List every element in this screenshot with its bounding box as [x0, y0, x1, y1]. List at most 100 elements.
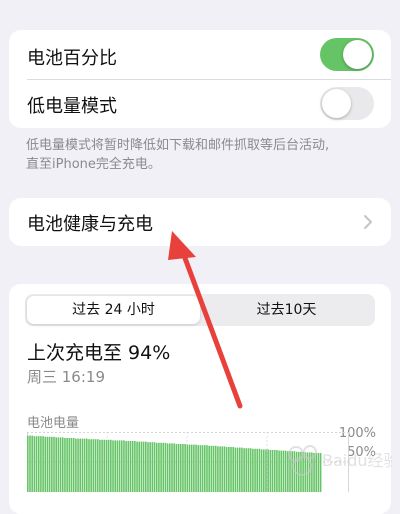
battery-level-bar — [123, 440, 125, 492]
battery-level-bar — [55, 437, 57, 492]
battery-level-bar — [31, 435, 33, 492]
battery-level-bar — [212, 445, 215, 492]
battery-percentage-toggle[interactable] — [320, 38, 374, 71]
low-power-footnote: 低电量模式将暂时降低如下载和邮件抓取等后台活动, 直至iPhone完全充电。 — [26, 136, 378, 174]
battery-level-bar — [151, 442, 154, 492]
battery-level-bar — [182, 444, 184, 492]
battery-level-bar — [70, 438, 73, 492]
low-power-mode-toggle[interactable] — [320, 87, 374, 120]
battery-level-bar — [254, 448, 256, 492]
battery-level-bar — [40, 436, 42, 492]
battery-level-bar — [33, 436, 36, 492]
battery-level-bar — [197, 445, 200, 492]
battery-level-bar — [201, 445, 204, 492]
battery-level-bar — [53, 436, 55, 492]
battery-level-bar — [149, 442, 151, 492]
battery-level-bar — [27, 435, 29, 492]
battery-level-bar — [238, 447, 241, 492]
battery-level-bar — [29, 435, 31, 492]
battery-level-bar — [116, 440, 119, 492]
battery-level-bar — [243, 448, 245, 492]
battery-level-bar — [223, 446, 226, 492]
battery-health-card[interactable]: 电池健康与充电 — [9, 198, 391, 246]
battery-level-bar — [175, 444, 178, 492]
battery-level-bar — [276, 450, 278, 492]
battery-level-bar — [204, 445, 206, 492]
battery-level-bar — [72, 438, 75, 492]
battery-level-bar — [166, 443, 169, 492]
battery-level-bar — [64, 438, 66, 492]
battery-level-bar — [134, 441, 136, 492]
battery-settings-card: 电池百分比 低电量模式 — [9, 30, 391, 128]
battery-level-bar — [125, 441, 127, 492]
battery-level-bar — [247, 448, 250, 492]
battery-level-bar — [35, 436, 38, 492]
battery-level-bar — [44, 436, 47, 492]
battery-percentage-row[interactable]: 电池百分比 — [9, 30, 391, 79]
battery-level-bar — [173, 443, 175, 492]
battery-level-bar — [184, 444, 186, 492]
battery-level-bar — [90, 439, 92, 492]
battery-level-bar — [42, 436, 44, 492]
battery-level-bar — [88, 439, 90, 492]
toggle-knob — [322, 89, 351, 118]
battery-level-bar — [138, 441, 141, 492]
battery-level-bar — [162, 442, 165, 492]
battery-level-bar — [57, 437, 60, 492]
battery-level-bar — [236, 447, 239, 492]
battery-level-bar — [107, 439, 110, 492]
battery-level-bar — [136, 441, 138, 492]
battery-level-bar — [195, 444, 197, 492]
battery-level-bar — [110, 439, 112, 492]
battery-level-bar — [252, 448, 254, 492]
battery-level-bar — [140, 441, 143, 492]
battery-level-bar — [51, 436, 53, 492]
battery-level-bar — [77, 438, 79, 492]
battery-level-bar — [271, 450, 274, 492]
battery-percentage-label: 电池百分比 — [27, 48, 117, 69]
battery-level-bar — [217, 446, 219, 492]
battery-level-bar — [81, 438, 84, 492]
segment-last-10-days[interactable]: 过去10天 — [200, 296, 373, 324]
battery-level-bar — [99, 439, 101, 492]
battery-level-bar — [214, 445, 217, 492]
battery-level-bar — [145, 441, 147, 492]
battery-level-bar — [273, 450, 276, 492]
battery-level-bar — [232, 447, 234, 492]
battery-level-bar — [245, 448, 248, 492]
battery-level-bar — [75, 438, 77, 492]
low-power-mode-label: 低电量模式 — [27, 96, 117, 117]
battery-level-bar — [260, 449, 263, 492]
battery-level-bar — [101, 439, 103, 492]
battery-level-bar — [230, 447, 232, 492]
chart-bars — [27, 435, 322, 492]
battery-level-bar — [278, 450, 280, 492]
battery-level-bar — [120, 440, 123, 492]
battery-level-bar — [169, 443, 171, 492]
segment-last-24-hours[interactable]: 过去 24 小时 — [27, 296, 200, 324]
chevron-right-icon — [363, 214, 373, 234]
battery-level-bar — [249, 448, 252, 492]
battery-level-bar — [103, 439, 106, 492]
low-power-mode-row[interactable]: 低电量模式 — [9, 80, 391, 128]
battery-level-bar — [188, 444, 191, 492]
battery-level-bar — [94, 439, 97, 492]
battery-level-bar — [142, 441, 145, 492]
battery-level-bar — [256, 448, 259, 492]
battery-level-bar — [171, 443, 173, 492]
battery-health-label: 电池健康与充电 — [27, 214, 153, 235]
battery-level-bar — [269, 450, 272, 492]
battery-level-bar — [221, 446, 224, 492]
last-charge-title: 上次充电至 94% — [27, 342, 171, 364]
battery-level-bar — [147, 442, 149, 492]
battery-level-bar — [155, 442, 158, 492]
battery-level-bar — [265, 449, 267, 492]
baidu-jingyan-watermark: Baidu经验 — [288, 445, 392, 476]
battery-level-bar — [92, 439, 95, 492]
chart-label: 电池电量 — [27, 416, 80, 431]
battery-level-bar — [46, 436, 49, 492]
toggle-knob — [343, 40, 372, 69]
battery-level-bar — [210, 445, 213, 492]
battery-level-bar — [193, 444, 195, 492]
battery-level-bar — [114, 440, 116, 492]
